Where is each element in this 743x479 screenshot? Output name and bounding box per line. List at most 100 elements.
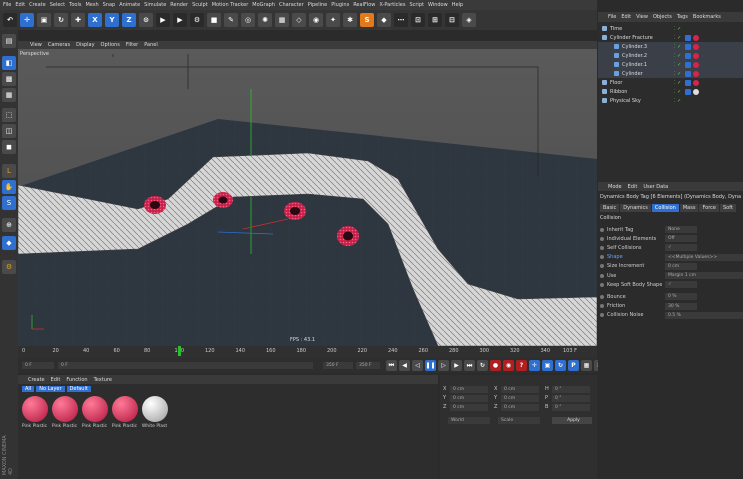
object-row[interactable]: Cylinder ⁚ ✓	[598, 69, 743, 78]
xpresso-icon[interactable]: ◆	[2, 236, 16, 250]
material-menu-function[interactable]: Function	[66, 377, 87, 383]
model-mode-icon[interactable]: ◧	[2, 56, 16, 70]
viewport-menu-view[interactable]: View	[30, 42, 42, 48]
xp-tool-5-icon[interactable]: ◈	[462, 13, 476, 27]
key-pos-icon[interactable]: ✛	[529, 360, 540, 371]
attr-menu-edit[interactable]: Edit	[628, 184, 638, 190]
menu-sculpt[interactable]: Sculpt	[192, 2, 208, 8]
material-tag-icon[interactable]	[693, 34, 700, 41]
attr-radio-icon[interactable]	[600, 236, 604, 241]
material-filter-all[interactable]: All	[22, 386, 35, 392]
visibility-dots-icon[interactable]: ⁚ ✓	[674, 98, 681, 104]
next-key-icon[interactable]: ▶	[451, 360, 462, 371]
coord-pos-field[interactable]: 0 cm	[450, 386, 488, 393]
coordinate-system-icon[interactable]: ⊙	[139, 13, 153, 27]
xp-tool-4-icon[interactable]: ⊟	[445, 13, 459, 27]
move-tool-icon[interactable]: ✛	[20, 13, 34, 27]
apply-button[interactable]: Apply	[552, 417, 592, 424]
attr-radio-icon[interactable]	[600, 282, 604, 287]
objmgr-menu-file[interactable]: File	[608, 14, 616, 20]
playhead-marker[interactable]	[178, 346, 181, 356]
object-row[interactable]: Cylinder.3 ⁚ ✓	[598, 42, 743, 51]
coord-pos-field[interactable]: 0 cm	[450, 404, 488, 411]
material-tag-icon[interactable]	[693, 88, 700, 95]
object-row[interactable]: Time ⁚ ✓	[598, 24, 743, 33]
attr-radio-icon[interactable]	[600, 294, 604, 299]
menu-create[interactable]: Create	[29, 2, 46, 8]
menu-mograph[interactable]: MoGraph	[252, 2, 275, 8]
render-settings-icon[interactable]: ⚙	[190, 13, 204, 27]
coord-pos-field[interactable]: 0 cm	[450, 395, 488, 402]
camera-icon[interactable]: ◉	[309, 13, 323, 27]
edges-mode-icon[interactable]: ◫	[2, 124, 16, 138]
material-menu-texture[interactable]: Texture	[94, 377, 112, 383]
attr-tab-mass[interactable]: Mass	[679, 204, 699, 212]
material-tag-icon[interactable]	[693, 43, 700, 50]
viewport-perspective[interactable]: Perspective FPS : 43.1	[18, 49, 597, 346]
viewport-menu-cameras[interactable]: Cameras	[48, 42, 70, 48]
attr-value-field[interactable]: Off	[665, 235, 697, 243]
coord-size-field[interactable]: 0 cm	[501, 395, 539, 402]
attr-tab-force[interactable]: Force	[699, 204, 719, 212]
dynamics-tag-icon[interactable]	[685, 79, 692, 86]
scale-tool-icon[interactable]: ▣	[37, 13, 51, 27]
menu-help[interactable]: Help	[452, 2, 463, 8]
menu-motion-tracker[interactable]: Motion Tracker	[212, 2, 249, 8]
material-tag-icon[interactable]	[693, 70, 700, 77]
keyframe-sel-icon[interactable]: ?	[516, 360, 527, 371]
attr-value-field[interactable]: ✓	[665, 281, 697, 289]
material-item[interactable]: Pink Plastic	[20, 394, 49, 429]
menu-script[interactable]: Script	[409, 2, 424, 8]
object-row[interactable]: Cylinder Fracture ⁚ ✓	[598, 33, 743, 42]
viewport-menu-filter[interactable]: Filter	[126, 42, 138, 48]
menu-realflow[interactable]: RealFlow	[353, 2, 375, 8]
snap-icon[interactable]: S	[2, 196, 16, 210]
key-scale-icon[interactable]: ▣	[542, 360, 553, 371]
z-axis-icon[interactable]: Z	[122, 13, 136, 27]
record-icon[interactable]: ●	[490, 360, 501, 371]
object-row[interactable]: Floor ⁚ ✓	[598, 78, 743, 87]
material-tag-icon[interactable]	[693, 52, 700, 59]
step-back-icon[interactable]: ◁	[412, 360, 423, 371]
object-row[interactable]: Ribbon ⁚ ✓	[598, 87, 743, 96]
tweak-mode-icon[interactable]: ✋	[2, 180, 16, 194]
objmgr-menu-bookmarks[interactable]: Bookmarks	[693, 14, 721, 20]
scene-floor-icon[interactable]: ◇	[292, 13, 306, 27]
attr-tab-dynamics[interactable]: Dynamics	[620, 204, 651, 212]
dynamics-tag-icon[interactable]	[685, 34, 692, 41]
subdivision-icon[interactable]: ◎	[241, 13, 255, 27]
menu-plugins[interactable]: Plugins	[331, 2, 349, 8]
goto-end-icon[interactable]: ⏭	[464, 360, 475, 371]
settings-icon[interactable]: ⚙	[2, 260, 16, 274]
dynamics-tag-icon[interactable]	[685, 88, 692, 95]
pause-icon[interactable]: ❚❚	[425, 360, 436, 371]
dynamics-tag-icon[interactable]	[685, 61, 692, 68]
attr-tab-basic[interactable]: Basic	[600, 204, 620, 212]
object-row[interactable]: Physical Sky ⁚ ✓	[598, 96, 743, 105]
attr-value-field[interactable]: ✓	[665, 244, 697, 252]
start-frame-field[interactable]: 0 F	[22, 362, 54, 369]
cube-object-icon[interactable]: ◆	[377, 13, 391, 27]
visibility-dots-icon[interactable]: ⁚ ✓	[674, 71, 681, 77]
object-row[interactable]: Cylinder.2 ⁚ ✓	[598, 51, 743, 60]
viewport-menu-display[interactable]: Display	[76, 42, 94, 48]
render-view-icon[interactable]: ▶	[156, 13, 170, 27]
attr-value-field[interactable]: <<Multiple Values>>	[665, 253, 743, 261]
deformer-icon[interactable]: ▦	[275, 13, 289, 27]
xp-tool-1-icon[interactable]: ⋯	[394, 13, 408, 27]
attr-radio-icon[interactable]	[600, 245, 604, 250]
lock-icon[interactable]: ⊕	[2, 218, 16, 232]
dynamics-tag-icon[interactable]	[685, 70, 692, 77]
menu-window[interactable]: Window	[428, 2, 448, 8]
render-picture-icon[interactable]: ▶	[173, 13, 187, 27]
menu-snap[interactable]: Snap	[103, 2, 116, 8]
material-item[interactable]: Pink Plastic	[110, 394, 139, 429]
visibility-dots-icon[interactable]: ⁚ ✓	[674, 53, 681, 59]
coord-scale-select[interactable]: Scale	[498, 417, 540, 424]
pen-spline-icon[interactable]: ✎	[224, 13, 238, 27]
preview-range-field[interactable]: 0 F	[58, 362, 313, 369]
material-filter-default[interactable]: Default	[66, 386, 91, 392]
objmgr-menu-view[interactable]: View	[636, 14, 648, 20]
make-editable-icon[interactable]: ▤	[2, 34, 16, 48]
material-menu-edit[interactable]: Edit	[51, 377, 61, 383]
